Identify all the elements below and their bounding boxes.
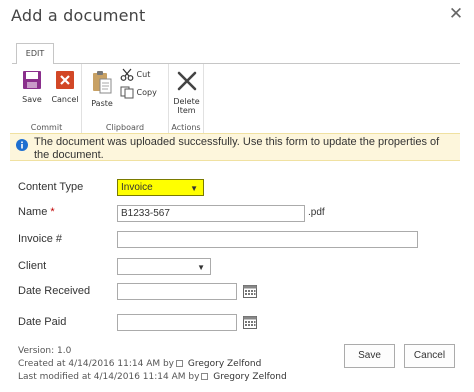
status-message-text: The document was uploaded successfully. … — [34, 136, 440, 161]
copy-icon — [120, 86, 134, 99]
required-mark: * — [50, 206, 55, 218]
cancel-icon — [56, 71, 74, 89]
ribbon-group-actions: Delete Item Actions — [169, 64, 204, 134]
invoice-number-label: Invoice # — [18, 233, 63, 245]
chevron-down-icon: ▼ — [190, 184, 198, 193]
delete-item-button[interactable]: Delete Item — [170, 70, 203, 115]
content-type-value: Invoice — [121, 182, 153, 193]
status-message-bar: The document was uploaded successfully. … — [10, 133, 460, 161]
client-label: Client — [18, 260, 47, 272]
paste-button[interactable]: Paste — [88, 70, 116, 108]
name-label-row: Name * — [18, 206, 55, 218]
file-extension: .pdf — [308, 207, 325, 218]
cancel-ribbon-label: Cancel — [51, 95, 79, 104]
modified-text: Last modified at 4/14/2016 11:14 AM by — [18, 372, 200, 382]
save-ribbon-label: Save — [22, 95, 42, 104]
created-info: Created at 4/14/2016 11:14 AM by Gregory… — [18, 359, 261, 369]
delete-icon — [177, 71, 196, 91]
cut-label: Cut — [136, 70, 151, 79]
copy-button[interactable]: Copy — [120, 86, 157, 99]
tab-edit[interactable]: EDIT — [16, 43, 54, 64]
content-type-label: Content Type — [18, 181, 84, 193]
user-presence-icon — [176, 360, 184, 367]
name-field[interactable]: B1233-567 — [117, 205, 305, 222]
calendar-icon[interactable] — [243, 285, 257, 298]
modified-by-user[interactable]: Gregory Zelfond — [213, 372, 286, 382]
delete-label-line2: Item — [177, 106, 196, 115]
save-button[interactable]: Save — [344, 344, 395, 368]
modified-info: Last modified at 4/14/2016 11:14 AM by G… — [18, 372, 287, 382]
paste-icon — [93, 71, 112, 94]
content-type-select[interactable]: Invoice ▼ — [117, 179, 204, 196]
invoice-number-field[interactable] — [117, 231, 418, 248]
ribbon-group-clipboard: Paste Cut Copy Clipboard — [82, 64, 169, 134]
date-received-label: Date Received — [18, 285, 91, 297]
copy-label: Copy — [136, 88, 157, 97]
ribbon-group-commit: Save Cancel Commit — [12, 64, 82, 134]
paste-label: Paste — [91, 99, 113, 108]
dialog-title: Add a document — [11, 6, 146, 25]
date-paid-label: Date Paid — [18, 316, 67, 328]
calendar-icon[interactable] — [243, 316, 257, 329]
info-icon — [16, 139, 28, 151]
clipboard-group-label: Clipboard — [105, 123, 145, 132]
date-received-field[interactable] — [117, 283, 237, 300]
chevron-down-icon: ▼ — [197, 263, 205, 272]
cancel-button[interactable]: Cancel — [404, 344, 455, 368]
commit-group-label: Commit — [30, 123, 63, 132]
user-presence-icon — [201, 373, 209, 380]
created-by-user[interactable]: Gregory Zelfond — [188, 359, 261, 369]
date-paid-field[interactable] — [117, 314, 237, 331]
client-select[interactable]: ▼ — [117, 258, 211, 275]
save-icon — [23, 71, 41, 89]
created-text: Created at 4/14/2016 11:14 AM by — [18, 359, 175, 369]
cut-icon — [120, 68, 134, 81]
delete-label-line1: Delete — [173, 97, 200, 106]
ribbon: Save Cancel Commit Paste Cut Copy Clipbo… — [12, 63, 460, 134]
close-icon[interactable]: ✕ — [446, 4, 466, 24]
version-text: Version: 1.0 — [18, 346, 72, 356]
cut-button[interactable]: Cut — [120, 68, 150, 81]
save-ribbon-button[interactable]: Save — [18, 70, 46, 104]
actions-group-label: Actions — [171, 123, 201, 132]
cancel-ribbon-button[interactable]: Cancel — [50, 70, 80, 104]
name-label: Name — [18, 206, 48, 218]
